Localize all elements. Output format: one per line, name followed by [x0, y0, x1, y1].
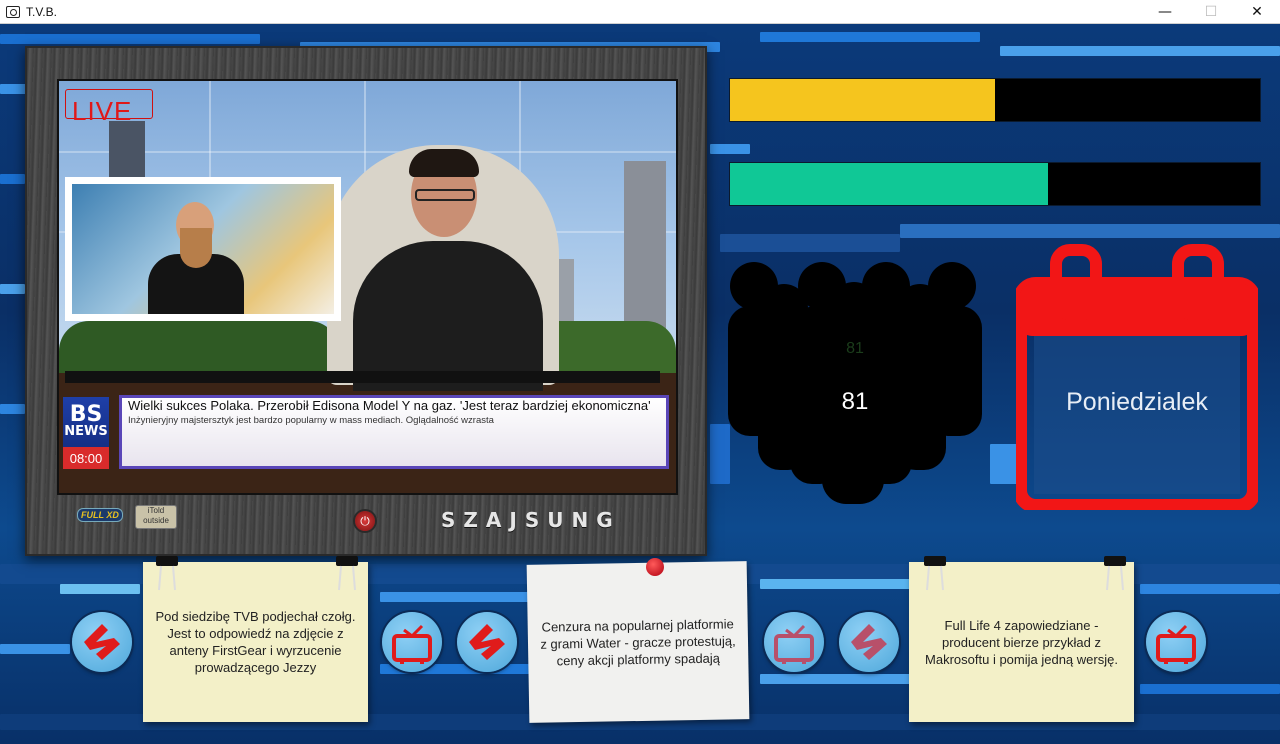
reject-icon [84, 624, 120, 660]
maximize-button[interactable]: ☐ [1188, 0, 1234, 24]
news-headline: Wielki sukces Polaka. Przerobił Edisona … [128, 398, 651, 413]
anchor-glasses [415, 189, 475, 201]
power-button[interactable]: ⏻ [355, 511, 375, 531]
news-logo-bs: BS [69, 402, 103, 427]
tv-icon [1156, 624, 1196, 664]
news-card-1-text: Pod siedzibę TVB podjechał czołg. Jest t… [155, 609, 356, 675]
tv-brand: SZAJSUNG [441, 508, 621, 532]
audience: 81 81 [724, 258, 986, 508]
meter-yellow-fill [730, 79, 995, 121]
television: LIVE BS NEWS 08:00 Wielki sukces Polaka.… [25, 46, 707, 556]
calendar-day: Poniedzialek [1066, 388, 1208, 416]
reject-icon [851, 624, 887, 660]
news-card-3-text: Full Life 4 zapowiedziane - producent bi… [925, 617, 1118, 667]
meter-green [729, 162, 1261, 206]
tv-icon [774, 624, 814, 664]
guest-inset [65, 177, 341, 321]
anchor-hair [409, 149, 479, 177]
window-titlebar: T.V.B. — ☐ ✕ [0, 0, 1280, 24]
reject-button-2[interactable] [457, 612, 517, 672]
app-camera-icon [6, 5, 20, 18]
close-button[interactable]: ✕ [1234, 0, 1280, 24]
live-indicator: LIVE [65, 89, 153, 126]
window-controls: — ☐ ✕ [1142, 0, 1280, 24]
live-label: LIVE [72, 96, 133, 126]
calendar-icon [1013, 244, 1261, 513]
reject-button-1[interactable] [72, 612, 132, 672]
anchor-body [353, 241, 543, 391]
audience-count: 81 [841, 388, 869, 415]
broadcast-button-2[interactable] [764, 612, 824, 672]
news-subline: Inżynieryjny majstersztyk jest bardzo po… [128, 415, 494, 426]
meter-yellow [729, 78, 1261, 122]
broadcast-button-3[interactable] [1146, 612, 1206, 672]
full-xd-logo: FULL XD [77, 508, 123, 522]
itold-logo: iTold outside [135, 505, 177, 529]
calendar: Poniedzialek [1013, 244, 1261, 513]
broadcast-button-1[interactable] [382, 612, 442, 672]
audience-count-shadow: 81 [846, 340, 864, 357]
meter-green-fill [730, 163, 1048, 205]
news-caption: Wielki sukces Polaka. Przerobił Edisona … [119, 395, 669, 469]
news-card-2[interactable]: Cenzura na popularnej platformie z grami… [526, 561, 750, 723]
news-logo-news: NEWS [64, 424, 108, 439]
binder-clip-icon [1104, 556, 1126, 591]
ticker-bar [65, 371, 660, 383]
pushpin-icon [646, 558, 664, 576]
tv-screen: LIVE BS NEWS 08:00 Wielki sukces Polaka.… [57, 79, 678, 495]
reject-button-3[interactable] [839, 612, 899, 672]
audience-icon [728, 262, 982, 504]
minimize-button[interactable]: — [1142, 0, 1188, 24]
reject-icon [469, 624, 505, 660]
binder-clip-icon [924, 556, 946, 591]
news-card-2-text: Cenzura na popularnej platformie z grami… [540, 615, 736, 668]
guest-video [72, 184, 334, 314]
news-clock: 08:00 [63, 447, 109, 469]
news-channel-logo: BS NEWS [63, 397, 109, 447]
binder-clip-icon [336, 556, 358, 591]
tv-icon [392, 624, 432, 664]
window-title: T.V.B. [26, 4, 57, 19]
binder-clip-icon [156, 556, 178, 591]
